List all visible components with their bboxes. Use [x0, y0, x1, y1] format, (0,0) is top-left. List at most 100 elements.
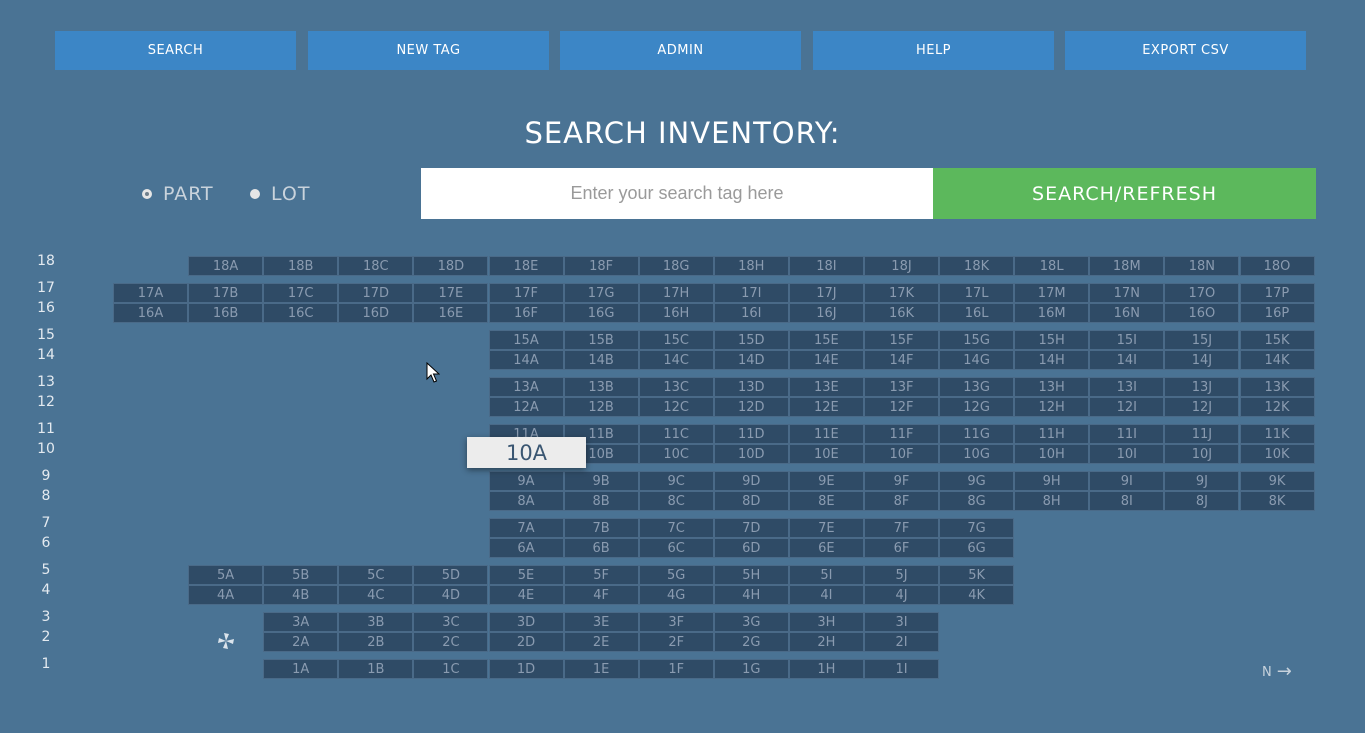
bin-cell[interactable]: 13J — [1164, 377, 1240, 397]
bin-cell[interactable]: 15D — [713, 330, 789, 350]
bin-cell[interactable]: 8J — [1164, 491, 1240, 511]
search-nav-button[interactable]: SEARCH — [55, 31, 296, 70]
bin-cell[interactable]: 5D — [413, 565, 489, 585]
bin-cell[interactable]: 10D — [713, 444, 789, 464]
bin-cell[interactable]: 18M — [1089, 256, 1165, 276]
bin-cell[interactable]: 14C — [638, 350, 714, 370]
bin-cell[interactable]: 7E — [788, 518, 864, 538]
bin-cell[interactable]: 17O — [1164, 283, 1240, 303]
bin-cell[interactable]: 10I — [1089, 444, 1165, 464]
bin-cell[interactable]: 13E — [788, 377, 864, 397]
bin-cell[interactable]: 15J — [1164, 330, 1240, 350]
bin-cell[interactable]: 3F — [638, 612, 714, 632]
bin-cell[interactable]: 7F — [864, 518, 939, 538]
bin-cell[interactable]: 5G — [638, 565, 714, 585]
bin-cell[interactable]: 2D — [488, 632, 564, 652]
bin-cell[interactable]: 12A — [488, 397, 564, 417]
bin-cell[interactable]: 15C — [638, 330, 714, 350]
bin-cell[interactable]: 9I — [1089, 471, 1165, 491]
bin-cell[interactable]: 13F — [864, 377, 939, 397]
bin-cell[interactable]: 17G — [563, 283, 639, 303]
bin-cell[interactable]: 16M — [1014, 303, 1090, 323]
bin-cell[interactable]: 16P — [1239, 303, 1315, 323]
bin-cell[interactable]: 10F — [864, 444, 939, 464]
bin-cell[interactable]: 12C — [638, 397, 714, 417]
bin-cell[interactable]: 1B — [338, 659, 414, 679]
part-radio[interactable]: PART — [142, 181, 214, 207]
bin-cell[interactable]: 4C — [338, 585, 414, 605]
bin-cell[interactable]: 10G — [939, 444, 1015, 464]
bin-cell[interactable]: 17L — [939, 283, 1015, 303]
bin-cell[interactable]: 9K — [1239, 471, 1315, 491]
bin-cell[interactable]: 4D — [413, 585, 489, 605]
bin-cell[interactable]: 17C — [263, 283, 339, 303]
lot-radio[interactable]: LOT — [250, 181, 310, 207]
bin-cell[interactable]: 5J — [864, 565, 939, 585]
bin-cell[interactable]: 14K — [1239, 350, 1315, 370]
bin-cell[interactable]: 13D — [713, 377, 789, 397]
bin-cell[interactable]: 3A — [263, 612, 339, 632]
bin-cell[interactable]: 9J — [1164, 471, 1240, 491]
bin-cell[interactable]: 2A — [263, 632, 339, 652]
search-input[interactable] — [421, 168, 933, 219]
bin-cell[interactable]: 1A — [263, 659, 339, 679]
bin-cell[interactable]: 14E — [788, 350, 864, 370]
bin-cell[interactable]: 8E — [788, 491, 864, 511]
bin-cell[interactable]: 8H — [1014, 491, 1090, 511]
bin-cell[interactable]: 14H — [1014, 350, 1090, 370]
bin-cell[interactable]: 2B — [338, 632, 414, 652]
bin-cell[interactable]: 11K — [1239, 424, 1315, 444]
bin-cell[interactable]: 15I — [1089, 330, 1165, 350]
bin-cell[interactable]: 17P — [1239, 283, 1315, 303]
bin-cell[interactable]: 11H — [1014, 424, 1090, 444]
bin-cell[interactable]: 2H — [788, 632, 864, 652]
bin-cell[interactable]: 12D — [713, 397, 789, 417]
bin-cell[interactable]: 12J — [1164, 397, 1240, 417]
bin-cell[interactable]: 1E — [563, 659, 639, 679]
bin-cell[interactable]: 18J — [864, 256, 939, 276]
bin-cell[interactable]: 16D — [338, 303, 414, 323]
bin-cell[interactable]: 14J — [1164, 350, 1240, 370]
bin-cell[interactable]: 15K — [1239, 330, 1315, 350]
bin-cell[interactable]: 11D — [713, 424, 789, 444]
bin-cell[interactable]: 11I — [1089, 424, 1165, 444]
bin-cell[interactable]: 4F — [563, 585, 639, 605]
bin-cell[interactable]: 1F — [638, 659, 714, 679]
bin-cell[interactable]: 8F — [864, 491, 939, 511]
bin-cell[interactable]: 17F — [488, 283, 564, 303]
bin-cell[interactable]: 15E — [788, 330, 864, 350]
bin-cell[interactable]: 3D — [488, 612, 564, 632]
bin-cell[interactable]: 18D — [413, 256, 489, 276]
bin-cell[interactable]: 17J — [788, 283, 864, 303]
bin-cell[interactable]: 16O — [1164, 303, 1240, 323]
bin-cell[interactable]: 5A — [188, 565, 264, 585]
bin-cell[interactable]: 16H — [638, 303, 714, 323]
bin-cell[interactable]: 5F — [563, 565, 639, 585]
bin-cell[interactable]: 10K — [1239, 444, 1315, 464]
bin-cell[interactable]: 4H — [713, 585, 789, 605]
bin-cell[interactable]: 17I — [713, 283, 789, 303]
bin-cell[interactable]: 16J — [788, 303, 864, 323]
bin-cell[interactable]: 18H — [713, 256, 789, 276]
bin-cell[interactable]: 3B — [338, 612, 414, 632]
bin-cell[interactable]: 18I — [788, 256, 864, 276]
bin-cell[interactable]: 5I — [788, 565, 864, 585]
bin-cell[interactable]: 4B — [263, 585, 339, 605]
bin-cell[interactable]: 12H — [1014, 397, 1090, 417]
bin-cell[interactable]: 8I — [1089, 491, 1165, 511]
bin-cell[interactable]: 9F — [864, 471, 939, 491]
bin-cell[interactable]: 4G — [638, 585, 714, 605]
bin-cell[interactable]: 4K — [939, 585, 1015, 605]
bin-cell[interactable]: 18L — [1014, 256, 1090, 276]
bin-cell[interactable]: 1I — [864, 659, 939, 679]
bin-cell[interactable]: 12B — [563, 397, 639, 417]
bin-cell[interactable]: 8A — [488, 491, 564, 511]
bin-cell[interactable]: 16A — [113, 303, 188, 323]
bin-cell[interactable]: 17D — [338, 283, 414, 303]
bin-cell[interactable]: 15A — [488, 330, 564, 350]
bin-cell[interactable]: 13C — [638, 377, 714, 397]
bin-cell[interactable]: 17E — [413, 283, 489, 303]
bin-cell[interactable]: 18C — [338, 256, 414, 276]
bin-cell[interactable]: 10J — [1164, 444, 1240, 464]
bin-cell[interactable]: 11G — [939, 424, 1015, 444]
